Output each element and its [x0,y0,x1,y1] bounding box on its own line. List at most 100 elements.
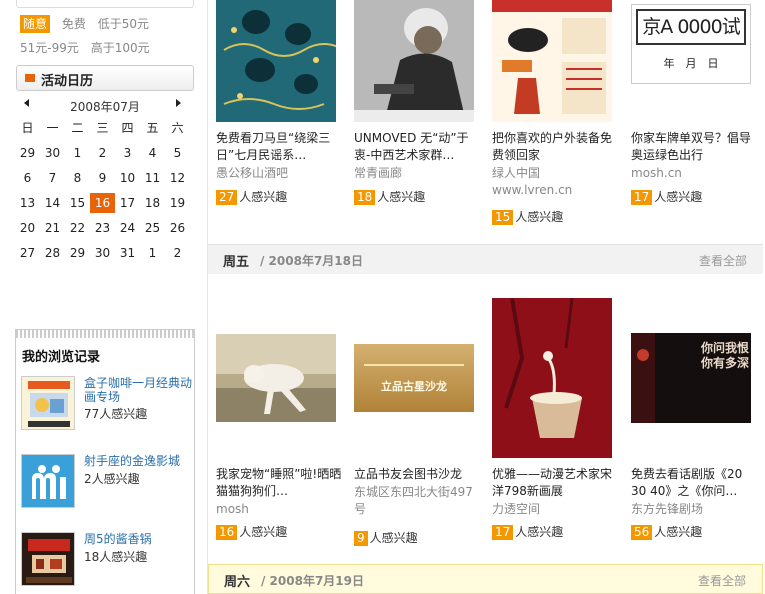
license-plate-sub: 年 月 日 [663,57,719,70]
event-venue[interactable]: 绿人中国 www.lvren.cn [492,165,622,199]
event-venue[interactable]: mosh.cn [631,165,761,182]
calendar-week: 29 30 1 2 3 4 5 [15,143,193,168]
calendar-day[interactable]: 17 [115,193,140,213]
history-item[interactable]: 盒子咖啡一月经典动画专场 77人感兴趣 [20,376,192,434]
calendar-day[interactable]: 14 [40,193,65,213]
calendar-day[interactable]: 26 [165,218,190,238]
event-card[interactable]: 你问我恨你有多深 免费去看话剧版《20 30 40》之《你问… 东方先锋剧场 5… [631,333,756,540]
calendar-day[interactable]: 28 [40,243,65,263]
calendar-day[interactable]: 3 [115,143,140,163]
calendar-day[interactable]: 20 [15,218,40,238]
calendar-bullet-icon [25,74,35,82]
calendar-day[interactable]: 29 [15,143,40,163]
calendar-day[interactable]: 23 [90,218,115,238]
calendar-day[interactable]: 9 [90,168,115,188]
event-poster[interactable]: 立品古星沙龙 [354,344,474,412]
calendar-day[interactable]: 30 [40,143,65,163]
event-card[interactable]: 我家宠物“睡照”啦!晒晒猫猫狗狗们… mosh 16 人感兴趣 [216,334,341,540]
interest-badge: 9 [354,531,368,546]
calendar-day[interactable]: 18 [140,193,165,213]
calendar-day[interactable]: 8 [65,168,90,188]
calendar-day[interactable]: 22 [65,218,90,238]
calendar-day[interactable]: 7 [40,168,65,188]
calendar-day[interactable]: 15 [65,193,90,213]
event-poster[interactable] [492,298,612,458]
event-title[interactable]: UNMOVED 无“动”于衷-中西艺术家群… [354,130,484,164]
price-filter-free[interactable]: 免费 [62,17,86,31]
calendar-day[interactable]: 6 [15,168,40,188]
price-filter-under-50[interactable]: 低于50元 [98,17,149,31]
event-title[interactable]: 你家车牌单双号？倡导奥运绿色出行 [631,130,761,164]
event-venue[interactable]: 东方先锋剧场 [631,501,761,518]
event-poster[interactable] [216,0,336,122]
price-filter-over-100[interactable]: 高于100元 [91,41,150,55]
event-card[interactable]: 京A 0000试 年 月 日 你家车牌单双号？倡导奥运绿色出行 mosh.cn … [631,0,756,205]
interest-label: 人感兴趣 [369,531,418,545]
event-card[interactable]: 把你喜欢的户外装备免费领回家 绿人中国 www.lvren.cn 15 人感兴趣 [492,0,617,225]
weekday-sun: 日 [21,121,34,135]
view-all-link[interactable]: 查看全部 [699,252,747,269]
history-thumbnail[interactable] [21,532,75,586]
event-title[interactable]: 免费看刀马旦“绕梁三日”七月民谣系… [216,130,346,164]
interest-count: 16 人感兴趣 [216,523,287,540]
calendar-day[interactable]: 30 [90,243,115,263]
event-venue[interactable]: 愚公移山酒吧 [216,165,346,182]
calendar-day[interactable]: 25 [140,218,165,238]
event-title[interactable]: 我家宠物“睡照”啦!晒晒猫猫狗狗们… [216,466,346,500]
calendar-day[interactable]: 31 [115,243,140,263]
event-poster[interactable] [354,0,474,122]
column-divider [207,0,208,594]
history-item[interactable]: 射手座的金逸影城 2人感兴趣 [20,454,192,512]
event-card[interactable]: UNMOVED 无“动”于衷-中西艺术家群… 常青画廊 18 人感兴趣 [354,0,479,205]
event-poster[interactable] [216,334,336,422]
sidebar: 随意 免费 低于50元 51元-99元 高于100元 活动日历 2008年07月… [0,0,207,594]
event-title[interactable]: 免费去看话剧版《20 30 40》之《你问… [631,466,761,500]
calendar-nav: 2008年07月 [16,98,194,114]
event-card[interactable]: 立品古星沙龙 立品书友会图书沙龙 东城区东四北大街497号 9 人感兴趣 [354,344,479,546]
interest-count: 9 人感兴趣 [354,529,418,546]
calendar-day[interactable]: 24 [115,218,140,238]
interest-count: 15 人感兴趣 [492,208,563,225]
price-filter-any[interactable]: 随意 [20,15,51,33]
event-poster[interactable] [492,0,612,122]
calendar-day[interactable]: 27 [15,243,40,263]
event-poster[interactable]: 你问我恨你有多深 [631,333,751,423]
calendar-week: 6 7 8 9 10 11 12 [15,168,193,193]
event-venue[interactable]: 东城区东四北大街497号 [354,484,484,518]
event-venue[interactable]: 常青画廊 [354,165,484,182]
next-month-icon[interactable] [176,99,181,107]
calendar-day[interactable]: 1 [65,143,90,163]
calendar-day[interactable]: 5 [165,143,190,163]
event-title[interactable]: 优雅——动漫艺术家宋洋798新画展 [492,466,622,500]
history-item-name[interactable]: 周5的酱香锅 [84,532,194,546]
calendar-day-today[interactable]: 16 [90,193,115,213]
calendar-day[interactable]: 4 [140,143,165,163]
calendar-day[interactable]: 12 [165,168,190,188]
event-poster[interactable]: 京A 0000试 年 月 日 [631,4,751,84]
history-item-name[interactable]: 射手座的金逸影城 [84,454,194,468]
calendar-day[interactable]: 2 [90,143,115,163]
calendar-day[interactable]: 1 [140,243,165,263]
event-card[interactable]: 优雅——动漫艺术家宋洋798新画展 力透空间 17 人感兴趣 [492,298,617,540]
event-card[interactable]: 免费看刀马旦“绕梁三日”七月民谣系… 愚公移山酒吧 27 人感兴趣 [216,0,341,205]
interest-badge: 27 [216,190,238,205]
event-venue[interactable]: mosh [216,501,346,518]
calendar-day[interactable]: 11 [140,168,165,188]
calendar-day[interactable]: 10 [115,168,140,188]
history-item[interactable]: 周5的酱香锅 18人感兴趣 [20,532,192,590]
calendar-day[interactable]: 2 [165,243,190,263]
calendar-day[interactable]: 29 [65,243,90,263]
calendar-day[interactable]: 21 [40,218,65,238]
history-item-name[interactable]: 盒子咖啡一月经典动画专场 [84,376,194,404]
calendar-week: 13 14 15 16 17 18 19 [15,193,193,218]
view-all-link[interactable]: 查看全部 [698,572,746,589]
event-venue[interactable]: 力透空间 [492,501,622,518]
history-thumbnail[interactable] [21,454,75,508]
calendar-day[interactable]: 19 [165,193,190,213]
event-title[interactable]: 立品书友会图书沙龙 [354,466,484,483]
interest-label: 人感兴趣 [654,525,703,539]
calendar-day[interactable]: 13 [15,193,40,213]
price-filter-51-99[interactable]: 51元-99元 [20,41,79,55]
history-thumbnail[interactable] [21,376,75,430]
event-title[interactable]: 把你喜欢的户外装备免费领回家 [492,130,622,164]
